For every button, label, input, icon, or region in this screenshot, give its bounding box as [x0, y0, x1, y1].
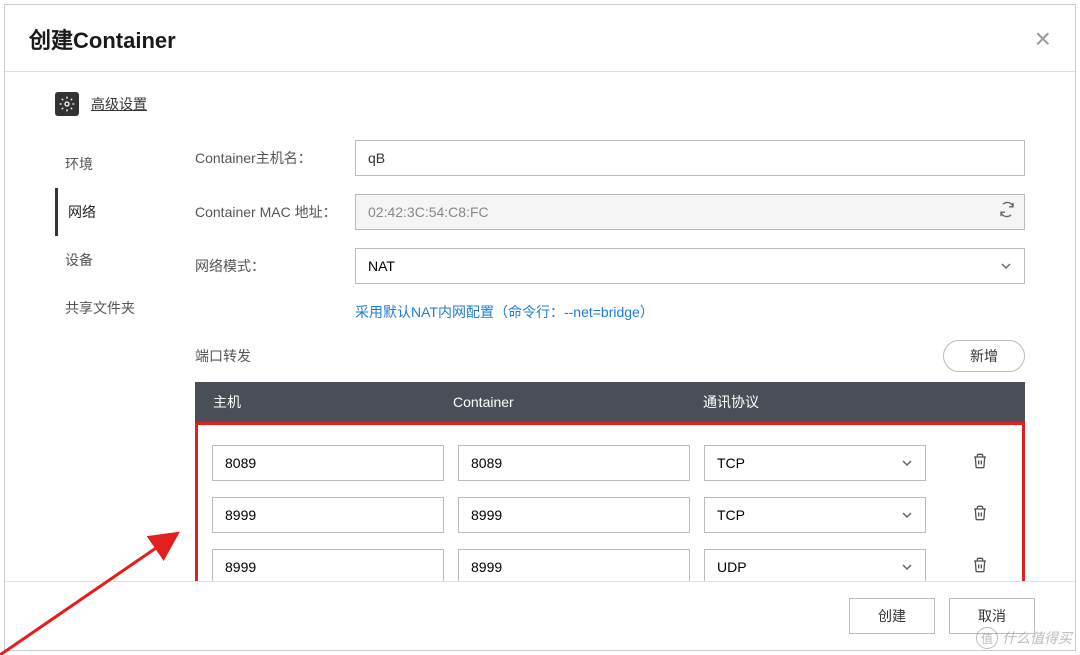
- protocol-select[interactable]: TCP: [704, 445, 926, 481]
- th-container: Container: [453, 394, 703, 410]
- pf-table-head: 主机 Container 通讯协议: [195, 382, 1025, 422]
- host-port-input[interactable]: [212, 497, 444, 533]
- trash-icon[interactable]: [960, 557, 1000, 578]
- nav-item-network[interactable]: 网络: [55, 188, 175, 236]
- modal-header: 创建Container ×: [5, 5, 1075, 72]
- create-container-modal: 创建Container × 高级设置 环境 网络 设备 共享文件夹 Contai…: [4, 4, 1076, 651]
- th-host: 主机: [213, 392, 453, 412]
- table-row: TCP: [198, 437, 1022, 489]
- modal-footer: 创建 取消: [5, 581, 1075, 650]
- container-port-input[interactable]: [458, 445, 690, 481]
- protocol-select[interactable]: UDP: [704, 549, 926, 581]
- hostname-input[interactable]: [355, 140, 1025, 176]
- nav-item-env[interactable]: 环境: [55, 140, 175, 188]
- modal-body: 高级设置 环境 网络 设备 共享文件夹 Container主机名： Contai…: [5, 72, 1075, 581]
- nav-item-device[interactable]: 设备: [55, 236, 175, 284]
- mac-label: Container MAC 地址：: [195, 202, 355, 222]
- nav-item-shared-folder[interactable]: 共享文件夹: [55, 284, 175, 332]
- port-forward-label: 端口转发: [195, 346, 251, 366]
- cancel-button[interactable]: 取消: [949, 598, 1035, 634]
- gear-icon: [55, 92, 79, 116]
- port-forward-header-row: 端口转发 新增: [195, 340, 1025, 372]
- refresh-icon[interactable]: [999, 202, 1015, 223]
- advanced-settings-link[interactable]: 高级设置: [91, 94, 147, 114]
- add-port-button[interactable]: 新增: [943, 340, 1025, 372]
- settings-sidebar: 环境 网络 设备 共享文件夹: [55, 140, 175, 581]
- pf-rows-highlight-box: TCP TCP: [195, 422, 1025, 581]
- port-forward-table: 主机 Container 通讯协议 TCP: [195, 382, 1025, 581]
- advanced-settings-row: 高级设置: [55, 92, 1025, 116]
- modal-title: 创建Container: [29, 23, 176, 55]
- host-port-input[interactable]: [212, 549, 444, 581]
- settings-content: Container主机名： Container MAC 地址： 网络模式：: [195, 140, 1025, 581]
- netmode-label: 网络模式：: [195, 256, 355, 276]
- netmode-hint-row: 采用默认NAT内网配置（命令行：--net=bridge）: [355, 302, 1025, 322]
- netmode-row: 网络模式： NAT: [195, 248, 1025, 284]
- th-protocol: 通讯协议: [703, 392, 933, 412]
- netmode-hint: 采用默认NAT内网配置（命令行：--net=bridge）: [355, 304, 654, 320]
- netmode-select[interactable]: NAT: [355, 248, 1025, 284]
- hostname-row: Container主机名：: [195, 140, 1025, 176]
- hostname-label: Container主机名：: [195, 148, 355, 168]
- container-port-input[interactable]: [458, 497, 690, 533]
- table-row: UDP: [198, 541, 1022, 581]
- protocol-select[interactable]: TCP: [704, 497, 926, 533]
- mac-input: [355, 194, 1025, 230]
- mac-row: Container MAC 地址：: [195, 194, 1025, 230]
- create-button[interactable]: 创建: [849, 598, 935, 634]
- trash-icon[interactable]: [960, 453, 1000, 474]
- trash-icon[interactable]: [960, 505, 1000, 526]
- table-row: TCP: [198, 489, 1022, 541]
- close-icon[interactable]: ×: [1035, 25, 1051, 53]
- container-port-input[interactable]: [458, 549, 690, 581]
- body-layout: 环境 网络 设备 共享文件夹 Container主机名： Container M…: [55, 140, 1025, 581]
- host-port-input[interactable]: [212, 445, 444, 481]
